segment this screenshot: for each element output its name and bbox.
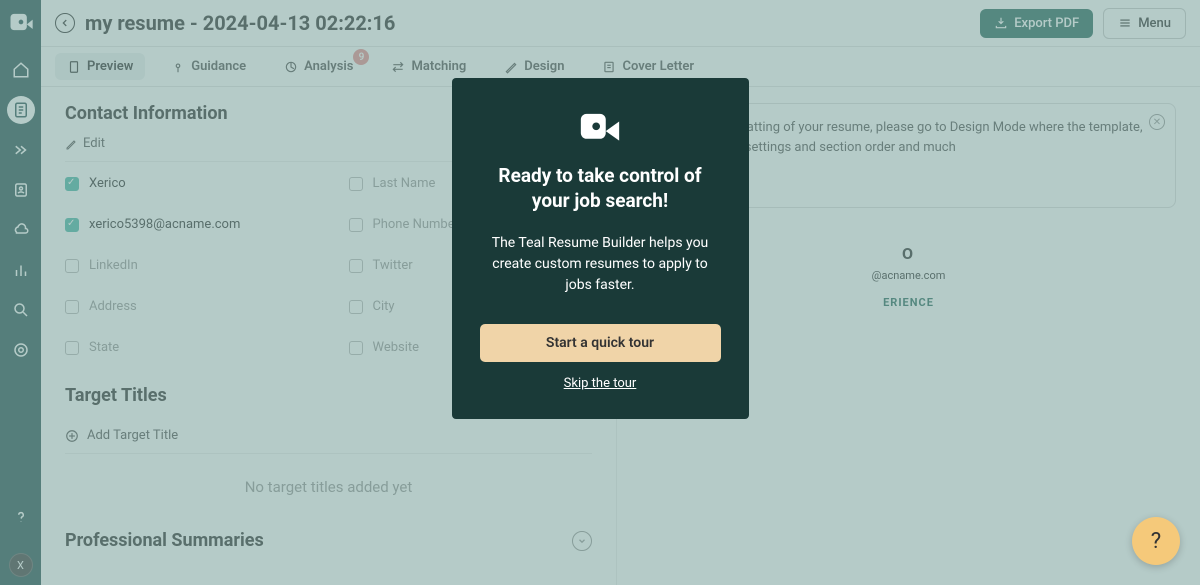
- tour-modal: Ready to take control of your job search…: [452, 78, 749, 419]
- help-fab[interactable]: ?: [1132, 517, 1180, 565]
- modal-title: Ready to take control of your job search…: [480, 164, 721, 213]
- modal-logo: [577, 110, 623, 146]
- skip-tour-link[interactable]: Skip the tour: [480, 376, 721, 391]
- modal-description: The Teal Resume Builder helps you create…: [480, 233, 721, 296]
- start-tour-button[interactable]: Start a quick tour: [480, 324, 721, 362]
- modal-overlay[interactable]: Ready to take control of your job search…: [0, 0, 1200, 585]
